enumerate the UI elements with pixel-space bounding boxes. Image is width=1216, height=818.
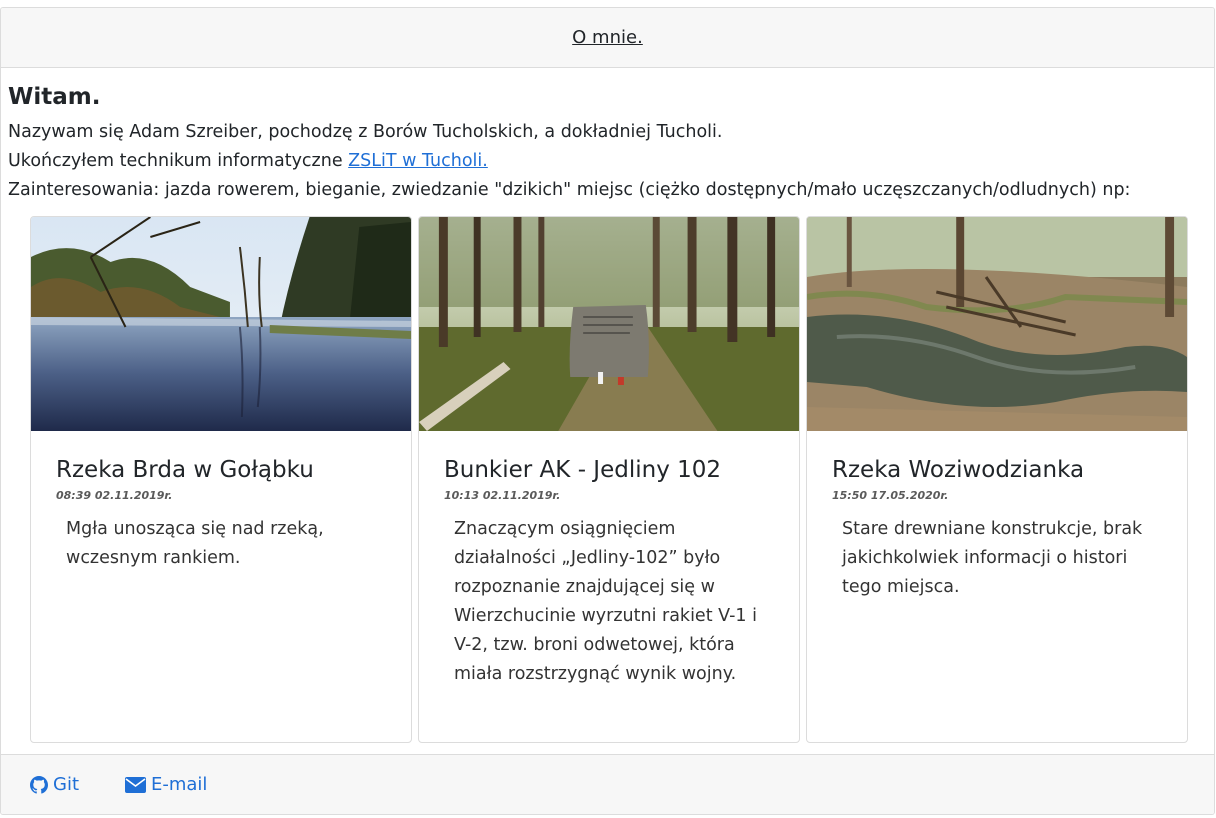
place-description: Mgła unosząca się nad rzeką, wczesnym ra… — [66, 519, 324, 568]
place-description: Stare drewniane konstrukcje, brak jakich… — [842, 519, 1143, 597]
forest-memorial-photo — [419, 217, 799, 431]
place-date: 15:50 17.05.2020r. — [832, 489, 949, 502]
place-date: 10:13 02.11.2019r. — [444, 489, 561, 502]
card-header: O mnie. — [1, 8, 1214, 68]
git-label: Git — [53, 774, 80, 795]
greeting-heading: Witam. — [8, 84, 101, 110]
education-label: Ukończyłem technikum informatyczne — [8, 151, 349, 171]
about-me-link[interactable]: O mnie. — [572, 27, 643, 48]
profile-card: O mnie. Witam. Nazywam się Adam Szreiber… — [0, 7, 1215, 815]
place-date: 08:39 02.11.2019r. — [56, 489, 173, 502]
place-title: Rzeka Brda w Gołąbku — [56, 457, 314, 483]
git-link[interactable]: Git — [30, 774, 79, 795]
place-title: Bunkier AK - Jedliny 102 — [444, 457, 722, 483]
intro-education-text: Ukończyłem technikum informatyczne ZSLiT… — [8, 151, 488, 171]
intro-bio-text: Nazywam się Adam Szreiber, pochodzę z Bo… — [8, 122, 723, 142]
intro-interests-text: Zainteresowania: jazda rowerem, bieganie… — [8, 180, 1131, 200]
place-card: Rzeka Woziwodzianka 15:50 17.05.2020r. S… — [806, 216, 1188, 743]
card-footer: Git E-mail — [1, 754, 1214, 814]
school-link[interactable]: ZSLiT w Tucholi. — [348, 151, 488, 171]
email-label: E-mail — [151, 774, 208, 795]
place-title: Rzeka Woziwodzianka — [832, 457, 1085, 483]
forest-stream-photo — [807, 217, 1187, 431]
github-icon — [30, 775, 48, 794]
place-description: Znaczącym osiągnięciem działalności „Jed… — [454, 519, 757, 684]
place-card: Rzeka Brda w Gołąbku 08:39 02.11.2019r. … — [30, 216, 412, 743]
envelope-icon — [125, 776, 146, 793]
email-link[interactable]: E-mail — [125, 774, 207, 795]
river-photo — [31, 217, 411, 431]
place-card: Bunkier AK - Jedliny 102 10:13 02.11.201… — [418, 216, 800, 743]
